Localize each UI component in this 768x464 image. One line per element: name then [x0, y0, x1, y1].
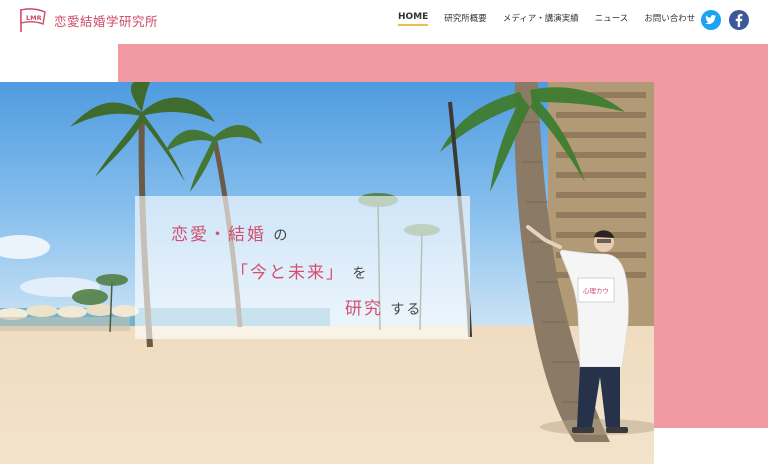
site-title: 恋愛結婚学研究所 [54, 13, 159, 29]
nav-about[interactable]: 研究所概要 [444, 12, 487, 27]
twitter-button[interactable] [701, 10, 721, 30]
facebook-button[interactable] [729, 10, 749, 30]
hero-line-3: 研究 する [345, 294, 422, 319]
sign-text: 心理カウ [583, 287, 609, 295]
main-nav: HOME 研究所概要 メディア・講演実績 ニュース お問い合わせ [398, 12, 711, 27]
nav-contact[interactable]: お問い合わせ [644, 12, 695, 27]
nav-news[interactable]: ニュース [595, 12, 629, 27]
hero-line-2: 「今と未来」 を [231, 258, 368, 283]
flag-logo-icon: LMR [20, 8, 46, 32]
hero-line-3-main: 研究 [345, 299, 383, 319]
facebook-icon [735, 13, 743, 27]
logo-badge: LMR [26, 14, 42, 22]
site-logo[interactable]: LMR 恋愛結婚学研究所 [18, 7, 158, 33]
nav-home[interactable]: HOME [398, 12, 429, 26]
hero-line-2-main: 「今と未来」 [231, 263, 345, 283]
header-spacer [0, 44, 118, 82]
hero-text-panel: 恋愛・結婚 の 「今と未来」 を 研究 する [135, 196, 470, 339]
hero-line-3-particle: する [390, 302, 423, 318]
nav-media[interactable]: メディア・講演実績 [503, 12, 579, 27]
hero-line-2-particle: を [352, 266, 369, 282]
hero-line-1: 恋愛・結婚 の [171, 220, 289, 245]
twitter-icon [705, 15, 717, 25]
hero-line-1-particle: の [273, 228, 290, 244]
site-header: LMR 恋愛結婚学研究所 HOME 研究所概要 メディア・講演実績 ニュース お… [0, 0, 768, 44]
hero-line-1-main: 恋愛・結婚 [171, 225, 266, 245]
